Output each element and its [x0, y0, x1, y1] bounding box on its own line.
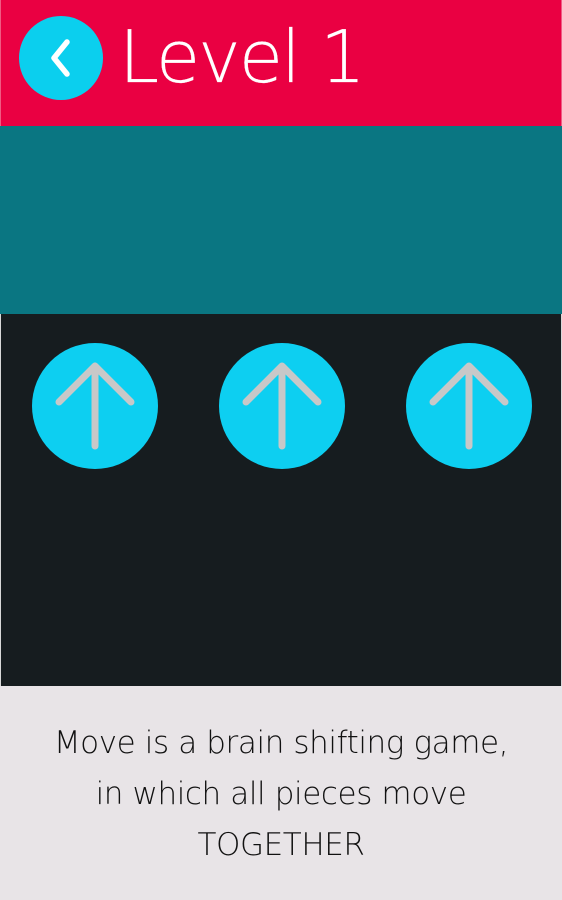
arrow-piece-3[interactable] — [406, 343, 532, 469]
game-screen: Level 1 Move is a brain shifting game, i… — [0, 0, 562, 900]
game-description: Move is a brain shifting game, in which … — [53, 725, 509, 863]
arrow-piece-1[interactable] — [32, 343, 158, 469]
arrow-up-icon — [55, 362, 135, 450]
arrow-piece-2[interactable] — [219, 343, 345, 469]
back-button[interactable] — [19, 16, 103, 100]
description-panel: Move is a brain shifting game, in which … — [0, 686, 562, 900]
arrow-up-icon — [242, 362, 322, 450]
level-header: Level 1 — [0, 0, 562, 126]
game-board[interactable] — [0, 314, 562, 686]
arrow-up-icon — [429, 362, 509, 450]
chevron-left-icon — [51, 39, 70, 77]
target-zone — [0, 126, 562, 314]
level-title: Level 1 — [119, 15, 366, 99]
